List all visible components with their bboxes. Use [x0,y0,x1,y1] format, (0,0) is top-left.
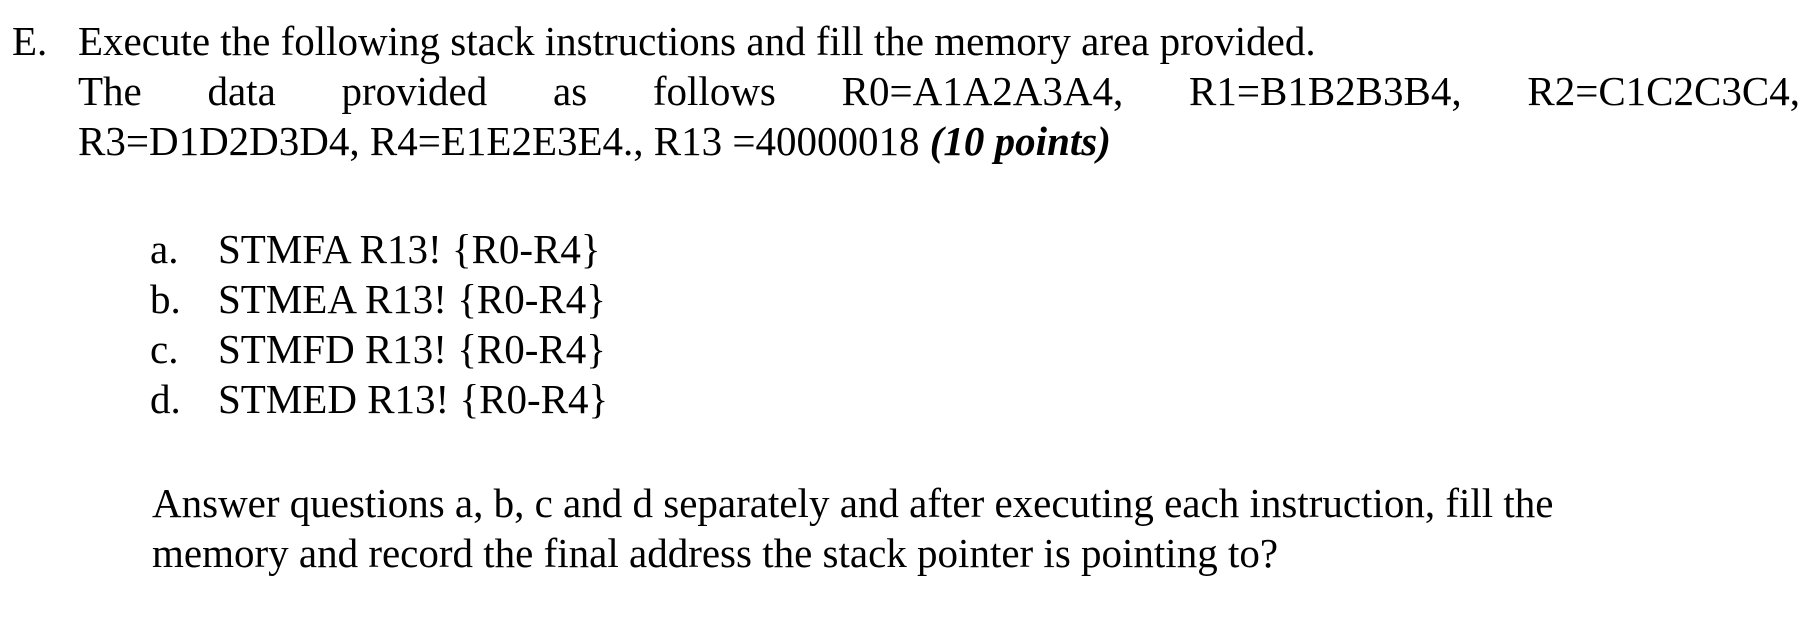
list-item-marker-d: d. [150,376,181,422]
question-body: Execute the following stack instructions… [78,16,1802,166]
instruction-list: a. STMFA R13! {R0-R4} b. STMEA R13! {R0-… [150,224,1050,424]
question-block-e: E. Execute the following stack instructi… [12,16,1802,166]
given-data-register-r0: R0=A1A2A3A4, [841,68,1124,114]
instruction-a-text: STMFA R13! {R0-R4} [218,226,601,272]
points-label: (10 points) [929,118,1111,164]
given-data-line-1: The data provided as follows R0=A1A2A3A4… [78,66,1800,116]
instruction-d-text: STMED R13! {R0-R4} [218,376,609,422]
given-data-word-provided: provided [341,68,488,114]
list-item-marker-b: b. [150,276,181,322]
given-data-word-as: as [553,68,588,114]
list-item: d. STMED R13! {R0-R4} [150,374,1050,424]
given-data-word-follows: follows [652,68,776,114]
given-data-word-the: The [78,68,142,114]
list-item: c. STMFD R13! {R0-R4} [150,324,1050,374]
closing-line-1: Answer questions a, b, c and d separatel… [152,480,1554,526]
list-item-marker-a: a. [150,226,179,272]
given-data-registers-r3-r13: R3=D1D2D3D4, R4=E1E2E3E4., R13 =40000018 [78,118,920,164]
closing-paragraph: Answer questions a, b, c and d separatel… [152,478,1812,578]
given-data-register-r2: R2=C1C2C3C4, [1527,68,1800,114]
question-prompt-text: Execute the following stack instructions… [78,18,1316,64]
closing-line-2: memory and record the final address the … [152,530,1279,576]
given-data-word-data: data [207,68,276,114]
given-data-paragraph: The data provided as follows R0=A1A2A3A4… [78,66,1800,166]
given-data-register-r1: R1=B1B2B3B4, [1189,68,1462,114]
given-data-line-2: R3=D1D2D3D4, R4=E1E2E3E4., R13 =40000018… [78,116,1800,166]
instruction-b-text: STMEA R13! {R0-R4} [218,276,606,322]
list-item-marker-c: c. [150,326,179,372]
list-item: b. STMEA R13! {R0-R4} [150,274,1050,324]
instruction-c-text: STMFD R13! {R0-R4} [218,326,606,372]
question-prompt-row: E. Execute the following stack instructi… [12,16,1802,166]
document-page: E. Execute the following stack instructi… [0,0,1812,636]
list-item: a. STMFA R13! {R0-R4} [150,224,1050,274]
question-marker: E. [12,18,48,64]
